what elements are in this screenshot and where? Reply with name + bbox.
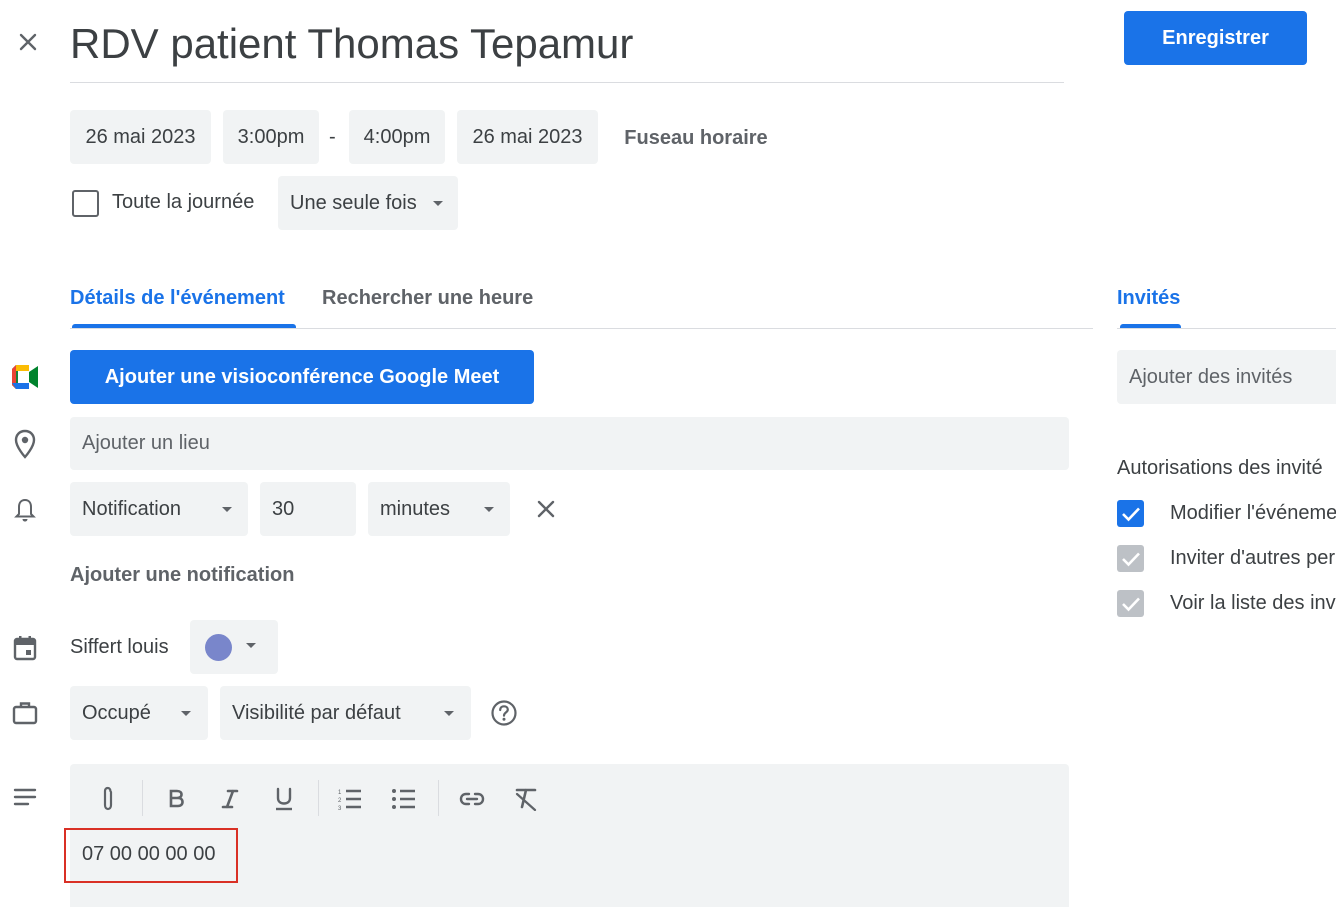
tab-guests[interactable]: Invités: [1117, 284, 1187, 328]
start-time-picker[interactable]: 3:00pm: [223, 110, 319, 164]
calendar-color-swatch: [205, 634, 232, 661]
toolbar-divider: [142, 780, 143, 816]
tab-find-time[interactable]: Rechercher une heure: [322, 284, 552, 328]
chevron-down-icon: [222, 507, 232, 512]
save-button-label: Enregistrer: [1162, 26, 1269, 49]
notification-value-input[interactable]: 30: [260, 482, 356, 536]
start-date-value: 26 mai 2023: [85, 125, 196, 148]
description-icon: [11, 784, 39, 810]
end-time-picker[interactable]: 4:00pm: [349, 110, 445, 164]
chevron-down-icon: [433, 201, 443, 206]
close-icon: [19, 33, 37, 51]
tabs-divider: [70, 328, 1093, 329]
bulleted-list-icon: [392, 789, 415, 809]
event-title: RDV patient Thomas Tepamur: [70, 20, 634, 67]
guest-permissions-title: Autorisations des invité: [1117, 457, 1323, 479]
recurrence-dropdown[interactable]: Une seule fois: [278, 176, 458, 230]
underline-icon: [276, 787, 292, 811]
chevron-down-icon: [181, 711, 191, 716]
notification-value: 30: [272, 497, 295, 520]
underline-button[interactable]: [268, 783, 300, 815]
notification-unit-value: minutes: [380, 497, 451, 520]
svg-text:2: 2: [338, 798, 342, 804]
location-input[interactable]: Ajouter un lieu: [70, 417, 1069, 470]
close-icon: [537, 500, 555, 518]
notification-type-dropdown[interactable]: Notification: [70, 482, 248, 536]
insert-link-button[interactable]: [456, 783, 488, 815]
svg-text:3: 3: [338, 806, 342, 810]
tab-guests-label: Invités: [1117, 287, 1181, 309]
checkmark-icon: [1121, 597, 1140, 611]
chevron-down-icon: [444, 711, 454, 716]
add-guests-placeholder: Ajouter des invités: [1129, 365, 1293, 388]
calendar-color-dropdown[interactable]: [190, 620, 278, 674]
paperclip-icon: [103, 786, 113, 811]
all-day-checkbox[interactable]: [72, 190, 99, 217]
timezone-button[interactable]: Fuseau horaire: [610, 112, 782, 164]
checkmark-icon: [1121, 552, 1140, 566]
time-separator: -: [329, 126, 336, 148]
attach-button[interactable]: [92, 783, 124, 815]
availability-dropdown[interactable]: Occupé: [70, 686, 208, 740]
permission-see-list-label: Voir la liste des inv: [1170, 592, 1336, 614]
permission-invite-label: Inviter d'autres per: [1170, 547, 1336, 569]
remove-notification-button[interactable]: [530, 493, 562, 525]
permission-invite-checkbox: [1117, 545, 1144, 572]
save-button[interactable]: Enregistrer: [1124, 11, 1307, 65]
google-meet-icon: [10, 363, 40, 391]
help-button[interactable]: [488, 697, 520, 729]
tab-event-details[interactable]: Détails de l'événement: [70, 284, 300, 330]
add-notification-button[interactable]: Ajouter une notification: [70, 564, 310, 594]
availability-value: Occupé: [82, 701, 151, 724]
description-text: 07 00 00 00 00: [82, 843, 216, 865]
clear-formatting-button[interactable]: [510, 783, 542, 815]
add-notification-label: Ajouter une notification: [70, 564, 295, 586]
end-date-value: 26 mai 2023: [472, 125, 583, 148]
link-icon: [459, 792, 485, 806]
location-placeholder: Ajouter un lieu: [82, 432, 210, 454]
bulleted-list-button[interactable]: [388, 783, 420, 815]
notification-unit-dropdown[interactable]: minutes: [368, 482, 510, 536]
toolbar-divider: [438, 780, 439, 816]
toolbar-divider: [318, 780, 319, 816]
calendar-name: Siffert louis: [70, 636, 169, 658]
permission-modify-checkbox[interactable]: [1117, 500, 1144, 527]
end-date-picker[interactable]: 26 mai 2023: [457, 110, 598, 164]
svg-text:1: 1: [338, 790, 342, 796]
bell-icon: [11, 495, 39, 525]
bold-icon: [169, 789, 184, 808]
tab-find-time-label: Rechercher une heure: [322, 287, 534, 309]
all-day-label: Toute la journée: [112, 191, 255, 213]
timezone-label: Fuseau horaire: [624, 126, 768, 149]
tab-event-details-label: Détails de l'événement: [70, 287, 285, 309]
numbered-list-icon: 1 2 3: [338, 789, 361, 810]
numbered-list-button[interactable]: 1 2 3: [334, 783, 366, 815]
add-guests-input[interactable]: Ajouter des invités: [1117, 350, 1336, 404]
help-icon: [491, 700, 517, 726]
italic-icon: [221, 789, 239, 809]
start-date-picker[interactable]: 26 mai 2023: [70, 110, 211, 164]
recurrence-value: Une seule fois: [290, 191, 417, 214]
permission-modify-label: Modifier l'événeme: [1170, 502, 1336, 524]
bold-button[interactable]: [160, 783, 192, 815]
calendar-icon: [11, 633, 39, 663]
clear-formatting-icon: [515, 788, 537, 811]
italic-button[interactable]: [214, 783, 246, 815]
add-google-meet-button[interactable]: Ajouter une visioconférence Google Meet: [70, 350, 534, 404]
visibility-value: Visibilité par défaut: [232, 701, 401, 724]
notification-type-value: Notification: [82, 497, 181, 520]
briefcase-icon: [11, 699, 39, 727]
visibility-dropdown[interactable]: Visibilité par défaut: [220, 686, 471, 740]
chevron-down-icon: [246, 643, 256, 648]
end-time-value: 4:00pm: [363, 125, 431, 148]
start-time-value: 3:00pm: [237, 125, 305, 148]
add-google-meet-label: Ajouter une visioconférence Google Meet: [104, 365, 500, 388]
permission-see-list-checkbox: [1117, 590, 1144, 617]
event-title-input[interactable]: RDV patient Thomas Tepamur: [70, 14, 1064, 83]
guests-tab-divider: [1117, 328, 1336, 329]
chevron-down-icon: [484, 507, 494, 512]
checkmark-icon: [1121, 507, 1140, 521]
location-pin-icon: [11, 428, 39, 460]
close-button[interactable]: [12, 26, 44, 58]
